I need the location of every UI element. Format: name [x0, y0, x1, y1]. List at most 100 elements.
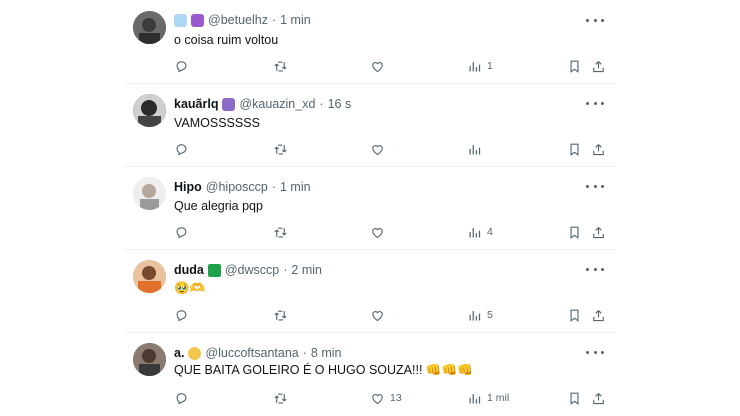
repost-button[interactable] — [273, 389, 288, 407]
view-count: 5 — [487, 309, 493, 321]
repost-icon — [274, 393, 287, 403]
brazil-flag-emoji-icon — [207, 263, 221, 277]
reply-icon — [176, 392, 187, 404]
post-time[interactable]: 8 min — [311, 346, 342, 360]
repost-icon — [274, 144, 287, 154]
reply-button[interactable] — [174, 57, 189, 75]
post-text: 🥹🫶 — [174, 281, 206, 295]
post[interactable]: Hipo @hiposccp · 1 min Que alegria pqp 4 — [124, 167, 616, 249]
like-button[interactable] — [370, 306, 390, 324]
reply-button[interactable] — [174, 223, 189, 241]
bookmark-icon — [570, 392, 579, 405]
user-handle[interactable]: @dwsccp — [225, 263, 279, 277]
repost-button[interactable] — [273, 306, 288, 324]
heart-icon — [372, 61, 383, 72]
post-time[interactable]: 2 min — [291, 263, 322, 277]
avatar[interactable] — [133, 260, 166, 293]
heart-icon — [372, 144, 383, 155]
repost-icon — [274, 227, 287, 237]
reply-button[interactable] — [174, 389, 189, 407]
user-handle[interactable]: @hiposccp — [206, 180, 268, 194]
post-header: a. @luccoftsantana · 8 min — [174, 346, 342, 360]
avatar[interactable] — [133, 343, 166, 376]
display-name[interactable]: kauãrlq — [174, 97, 218, 111]
crescent-moon-emoji-icon — [188, 346, 202, 360]
post-header: Hipo @hiposccp · 1 min — [174, 180, 311, 194]
user-handle[interactable]: @betuelhz — [208, 13, 268, 27]
share-button[interactable] — [591, 223, 606, 241]
post[interactable]: @betuelhz · 1 min o coisa ruim voltou 1 — [124, 0, 616, 82]
share-button[interactable] — [591, 306, 606, 324]
user-handle[interactable]: @luccoftsantana — [205, 346, 298, 360]
avatar[interactable] — [133, 177, 166, 210]
like-button[interactable] — [370, 140, 390, 158]
bookmark-button[interactable] — [567, 306, 582, 324]
bookmark-icon — [570, 60, 579, 73]
views-button[interactable]: 5 — [467, 306, 493, 324]
share-button[interactable] — [591, 140, 606, 158]
post-actions: 4 — [174, 223, 614, 241]
views-button[interactable] — [467, 140, 487, 158]
post-text: QUE BAITA GOLEIRO É O HUGO SOUZA!!! 👊👊👊 — [174, 363, 473, 377]
post[interactable]: duda @dwsccp · 2 min 🥹🫶 5 — [124, 250, 616, 332]
post-time[interactable]: 16 s — [328, 97, 352, 111]
user-handle[interactable]: @kauazin_xd — [239, 97, 315, 111]
post-actions: 1 — [174, 57, 614, 75]
post-text: VAMOSSSSSS — [174, 116, 260, 130]
reply-button[interactable] — [174, 306, 189, 324]
repost-button[interactable] — [273, 223, 288, 241]
repost-icon — [274, 61, 287, 71]
heart-icon — [372, 227, 383, 238]
post[interactable]: kauãrlq @kauazin_xd · 16 s VAMOSSSSSS — [124, 84, 616, 166]
reply-icon — [176, 143, 187, 155]
share-icon — [593, 143, 604, 155]
post-header: duda @dwsccp · 2 min — [174, 263, 322, 277]
avatar[interactable] — [133, 94, 166, 127]
like-count: 13 — [390, 392, 402, 404]
reply-button[interactable] — [174, 140, 189, 158]
more-options-icon[interactable] — [586, 181, 604, 191]
more-options-icon[interactable] — [586, 347, 604, 357]
like-button[interactable]: 13 — [370, 389, 402, 407]
repost-button[interactable] — [273, 140, 288, 158]
heart-icon — [372, 310, 383, 321]
display-name[interactable]: a. — [174, 346, 184, 360]
views-button[interactable]: 1 mil — [467, 389, 509, 407]
like-button[interactable] — [370, 223, 390, 241]
separator-dot: · — [302, 346, 307, 360]
reply-icon — [176, 309, 187, 321]
repost-button[interactable] — [273, 57, 288, 75]
analytics-icon — [469, 310, 481, 320]
separator-dot: · — [271, 180, 276, 194]
analytics-icon — [469, 227, 481, 237]
post-time[interactable]: 1 min — [280, 180, 311, 194]
share-button[interactable] — [591, 57, 606, 75]
post-time[interactable]: 1 min — [280, 13, 311, 27]
views-button[interactable]: 4 — [467, 223, 493, 241]
post[interactable]: a. @luccoftsantana · 8 min QUE BAITA GOL… — [124, 333, 616, 415]
share-button[interactable] — [591, 389, 606, 407]
post-text: o coisa ruim voltou — [174, 33, 279, 47]
bookmark-button[interactable] — [567, 389, 582, 407]
separator-dot: · — [319, 97, 324, 111]
post-actions — [174, 140, 614, 158]
display-name[interactable]: Hipo — [174, 180, 202, 194]
like-button[interactable] — [370, 57, 390, 75]
views-button[interactable]: 1 — [467, 57, 493, 75]
heart-icon — [372, 393, 383, 404]
bookmark-button[interactable] — [567, 223, 582, 241]
display-name[interactable]: duda — [174, 263, 204, 277]
more-options-icon[interactable] — [586, 98, 604, 108]
view-count: 1 — [487, 60, 493, 72]
bookmark-button[interactable] — [567, 57, 582, 75]
share-icon — [593, 392, 604, 404]
more-options-icon[interactable] — [586, 15, 604, 25]
more-options-icon[interactable] — [586, 264, 604, 274]
separator-dot: · — [271, 13, 277, 27]
bookmark-icon — [570, 226, 579, 239]
bookmark-button[interactable] — [567, 140, 582, 158]
avatar[interactable] — [133, 11, 166, 44]
reply-icon — [176, 226, 187, 238]
grapes-emoji-icon — [222, 97, 236, 111]
analytics-icon — [469, 144, 481, 154]
